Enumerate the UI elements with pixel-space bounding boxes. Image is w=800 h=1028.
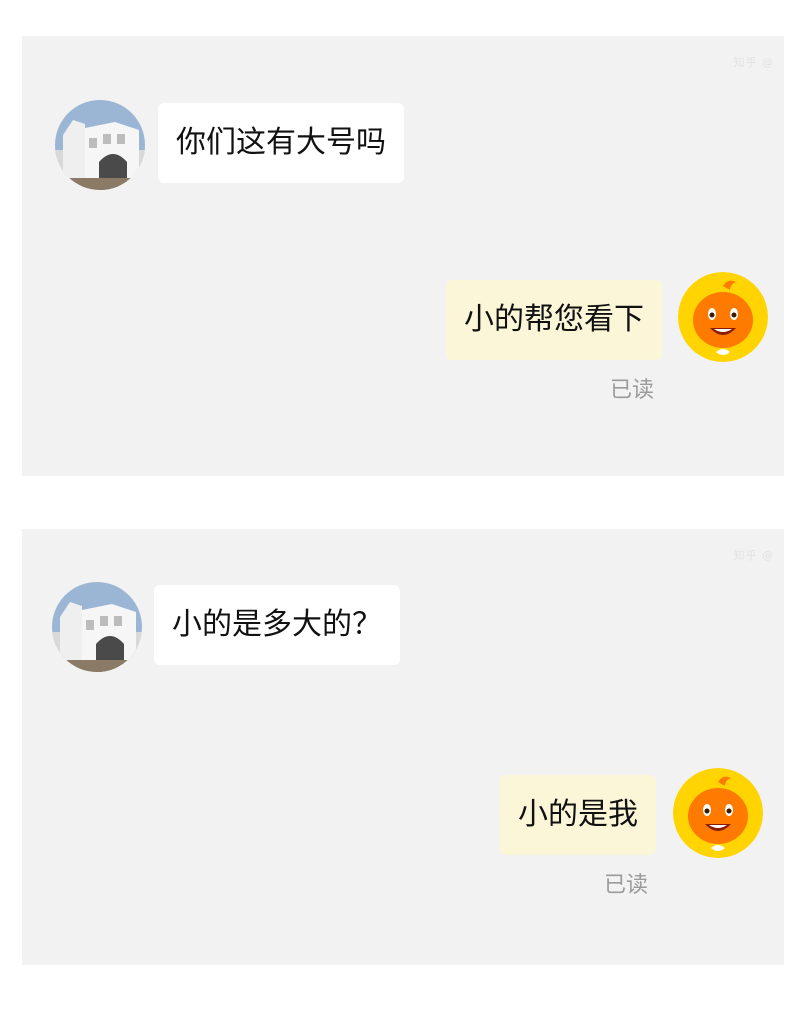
building-photo-icon [52, 582, 142, 672]
agent-avatar[interactable] [673, 768, 763, 858]
agent-message-bubble: 小的帮您看下 [446, 280, 662, 360]
read-status: 已读 [604, 873, 649, 898]
customer-avatar[interactable] [55, 100, 145, 190]
watermark: 知乎 @ [733, 549, 774, 562]
customer-message-bubble: 你们这有大号吗 [158, 103, 404, 183]
orange-mascot-icon [673, 768, 763, 858]
orange-mascot-icon [678, 272, 768, 362]
chat-panel: 知乎 @ 小的是多大的？ 小的是我 已读 [22, 529, 784, 965]
agent-message-bubble: 小的是我 [500, 775, 656, 855]
customer-message-bubble: 小的是多大的？ [154, 585, 400, 665]
watermark: 知乎 @ [733, 56, 774, 69]
customer-avatar[interactable] [52, 582, 142, 672]
building-photo-icon [55, 100, 145, 190]
agent-avatar[interactable] [678, 272, 768, 362]
read-status: 已读 [610, 378, 655, 403]
chat-panel: 知乎 @ 你们这有大号吗 小的帮您看下 已读 [22, 36, 784, 476]
